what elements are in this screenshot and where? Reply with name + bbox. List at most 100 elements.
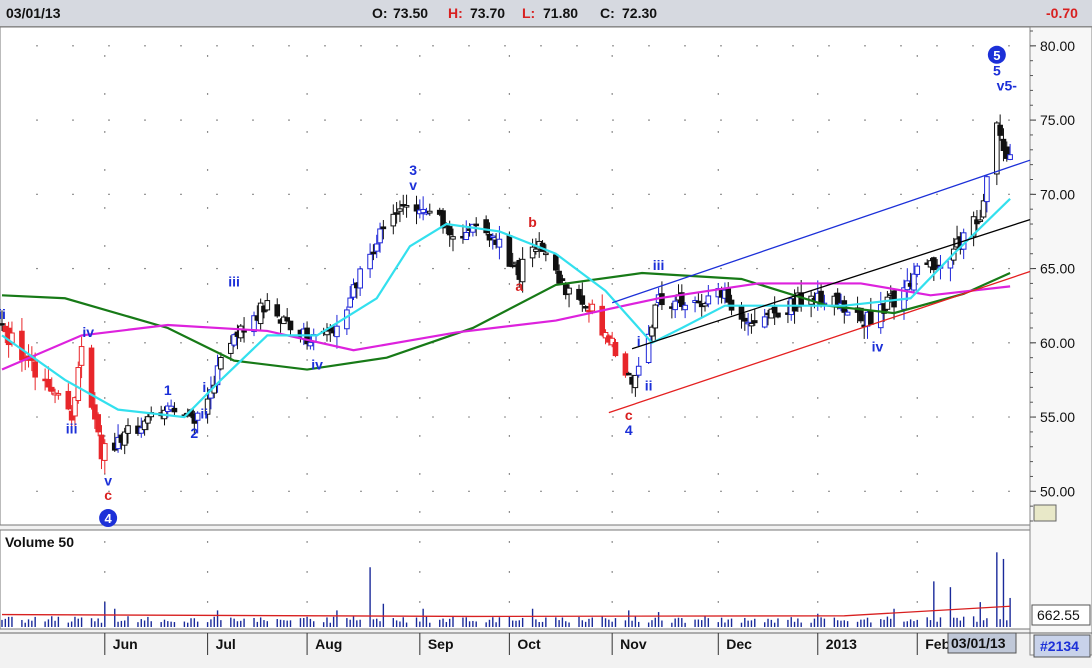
grid-dot — [508, 435, 511, 437]
candle-body — [771, 306, 778, 314]
candle-body — [559, 278, 566, 282]
grid-dot — [104, 245, 106, 247]
candle-body — [980, 200, 987, 218]
grid-dot — [611, 321, 613, 323]
grid-dot — [108, 267, 110, 270]
grid-dot — [419, 397, 421, 399]
grid-dot — [648, 267, 650, 270]
grid-dot — [104, 321, 106, 323]
x-tick-label: Nov — [620, 636, 647, 652]
grid-dot — [108, 342, 110, 344]
grid-dot — [900, 416, 902, 418]
grid-dot — [419, 541, 421, 543]
candle-body — [377, 228, 383, 244]
grid-dot — [576, 45, 578, 47]
candle-body — [334, 325, 340, 338]
grid-dot — [612, 193, 614, 196]
grid-dot — [306, 397, 308, 399]
grid-dot — [306, 601, 308, 603]
grid-dot — [360, 416, 362, 418]
grid-dot — [817, 601, 819, 603]
stock-chart[interactable]: 80.00 75.00 70.00 65.00 60.00 55.00 50.00 Jun Ju… — [0, 27, 1092, 668]
wave-label: 3 — [409, 162, 417, 178]
grid-dot — [720, 342, 722, 344]
candle-body — [489, 235, 496, 239]
grid-dot — [306, 169, 308, 171]
grid-dot — [419, 601, 421, 603]
grid-dot — [432, 490, 434, 493]
wave-label: v5- — [997, 77, 1018, 93]
wave-label: 1 — [164, 382, 172, 398]
candle-body — [579, 295, 586, 305]
x-tick-label: Aug — [315, 636, 342, 652]
grid-dot — [576, 193, 578, 196]
candle-body — [393, 212, 400, 215]
grid-dot — [828, 416, 830, 418]
grid-dot — [288, 342, 290, 344]
wave-label: iv — [82, 324, 94, 340]
grid-dot — [36, 119, 38, 121]
grid-dot — [206, 207, 209, 209]
grid-dot — [1008, 119, 1010, 121]
chart-style-icon — [1033, 504, 1057, 522]
grid-dot — [916, 601, 918, 603]
grid-dot — [817, 207, 819, 209]
grid-dot — [206, 321, 209, 323]
grid-dot — [717, 571, 719, 573]
grid-dot — [419, 473, 421, 475]
grid-dot — [717, 541, 719, 543]
grid-dot — [756, 416, 758, 418]
grid-dot — [916, 207, 918, 209]
candle-body — [218, 356, 224, 370]
grid-dot — [972, 267, 974, 270]
wave-label: iii — [228, 273, 240, 289]
grid-dot — [206, 131, 209, 133]
grid-dot — [648, 490, 650, 493]
grid-dot — [206, 571, 209, 573]
grid-dot — [216, 267, 218, 270]
grid-dot — [180, 45, 182, 47]
grid-dot — [104, 131, 106, 133]
grid-dot — [288, 490, 290, 493]
candle-body — [748, 322, 755, 327]
candle-body — [45, 379, 52, 388]
grid-dot — [936, 193, 938, 196]
grid-dot — [419, 435, 421, 437]
candle-body — [307, 341, 314, 347]
grid-dot — [684, 342, 686, 344]
candle-body — [446, 226, 453, 236]
grid-dot — [972, 45, 974, 47]
grid-dot — [104, 359, 106, 361]
grid-dot — [828, 119, 830, 121]
grid-dot — [916, 321, 918, 323]
grid-dot — [324, 267, 326, 270]
grid-dot — [206, 435, 209, 437]
grid-dot — [1008, 416, 1010, 418]
open-label: O: — [372, 5, 388, 21]
grid-dot — [419, 131, 421, 133]
candle-body — [496, 238, 503, 248]
grid-dot — [720, 193, 722, 196]
candle-body — [121, 431, 128, 446]
grid-dot — [419, 55, 421, 57]
grid-dot — [104, 207, 106, 209]
grid-dot — [916, 55, 918, 57]
candle-body — [844, 311, 851, 316]
grid-dot — [612, 119, 614, 121]
grid-dot — [717, 131, 719, 133]
grid-dot — [306, 93, 308, 95]
candle-body — [32, 361, 38, 378]
wave-label: 4 — [625, 422, 633, 438]
grid-dot — [720, 267, 722, 270]
grid-dot — [252, 342, 254, 344]
candle-body — [65, 390, 72, 410]
grid-dot — [792, 490, 794, 493]
grid-dot — [540, 416, 542, 418]
candle-body — [390, 213, 397, 227]
grid-dot — [684, 416, 686, 418]
grid-dot — [144, 193, 146, 196]
grid-dot — [817, 131, 819, 133]
grid-dot — [756, 45, 758, 47]
grid-dot — [72, 342, 74, 344]
grid-dot — [324, 193, 326, 196]
